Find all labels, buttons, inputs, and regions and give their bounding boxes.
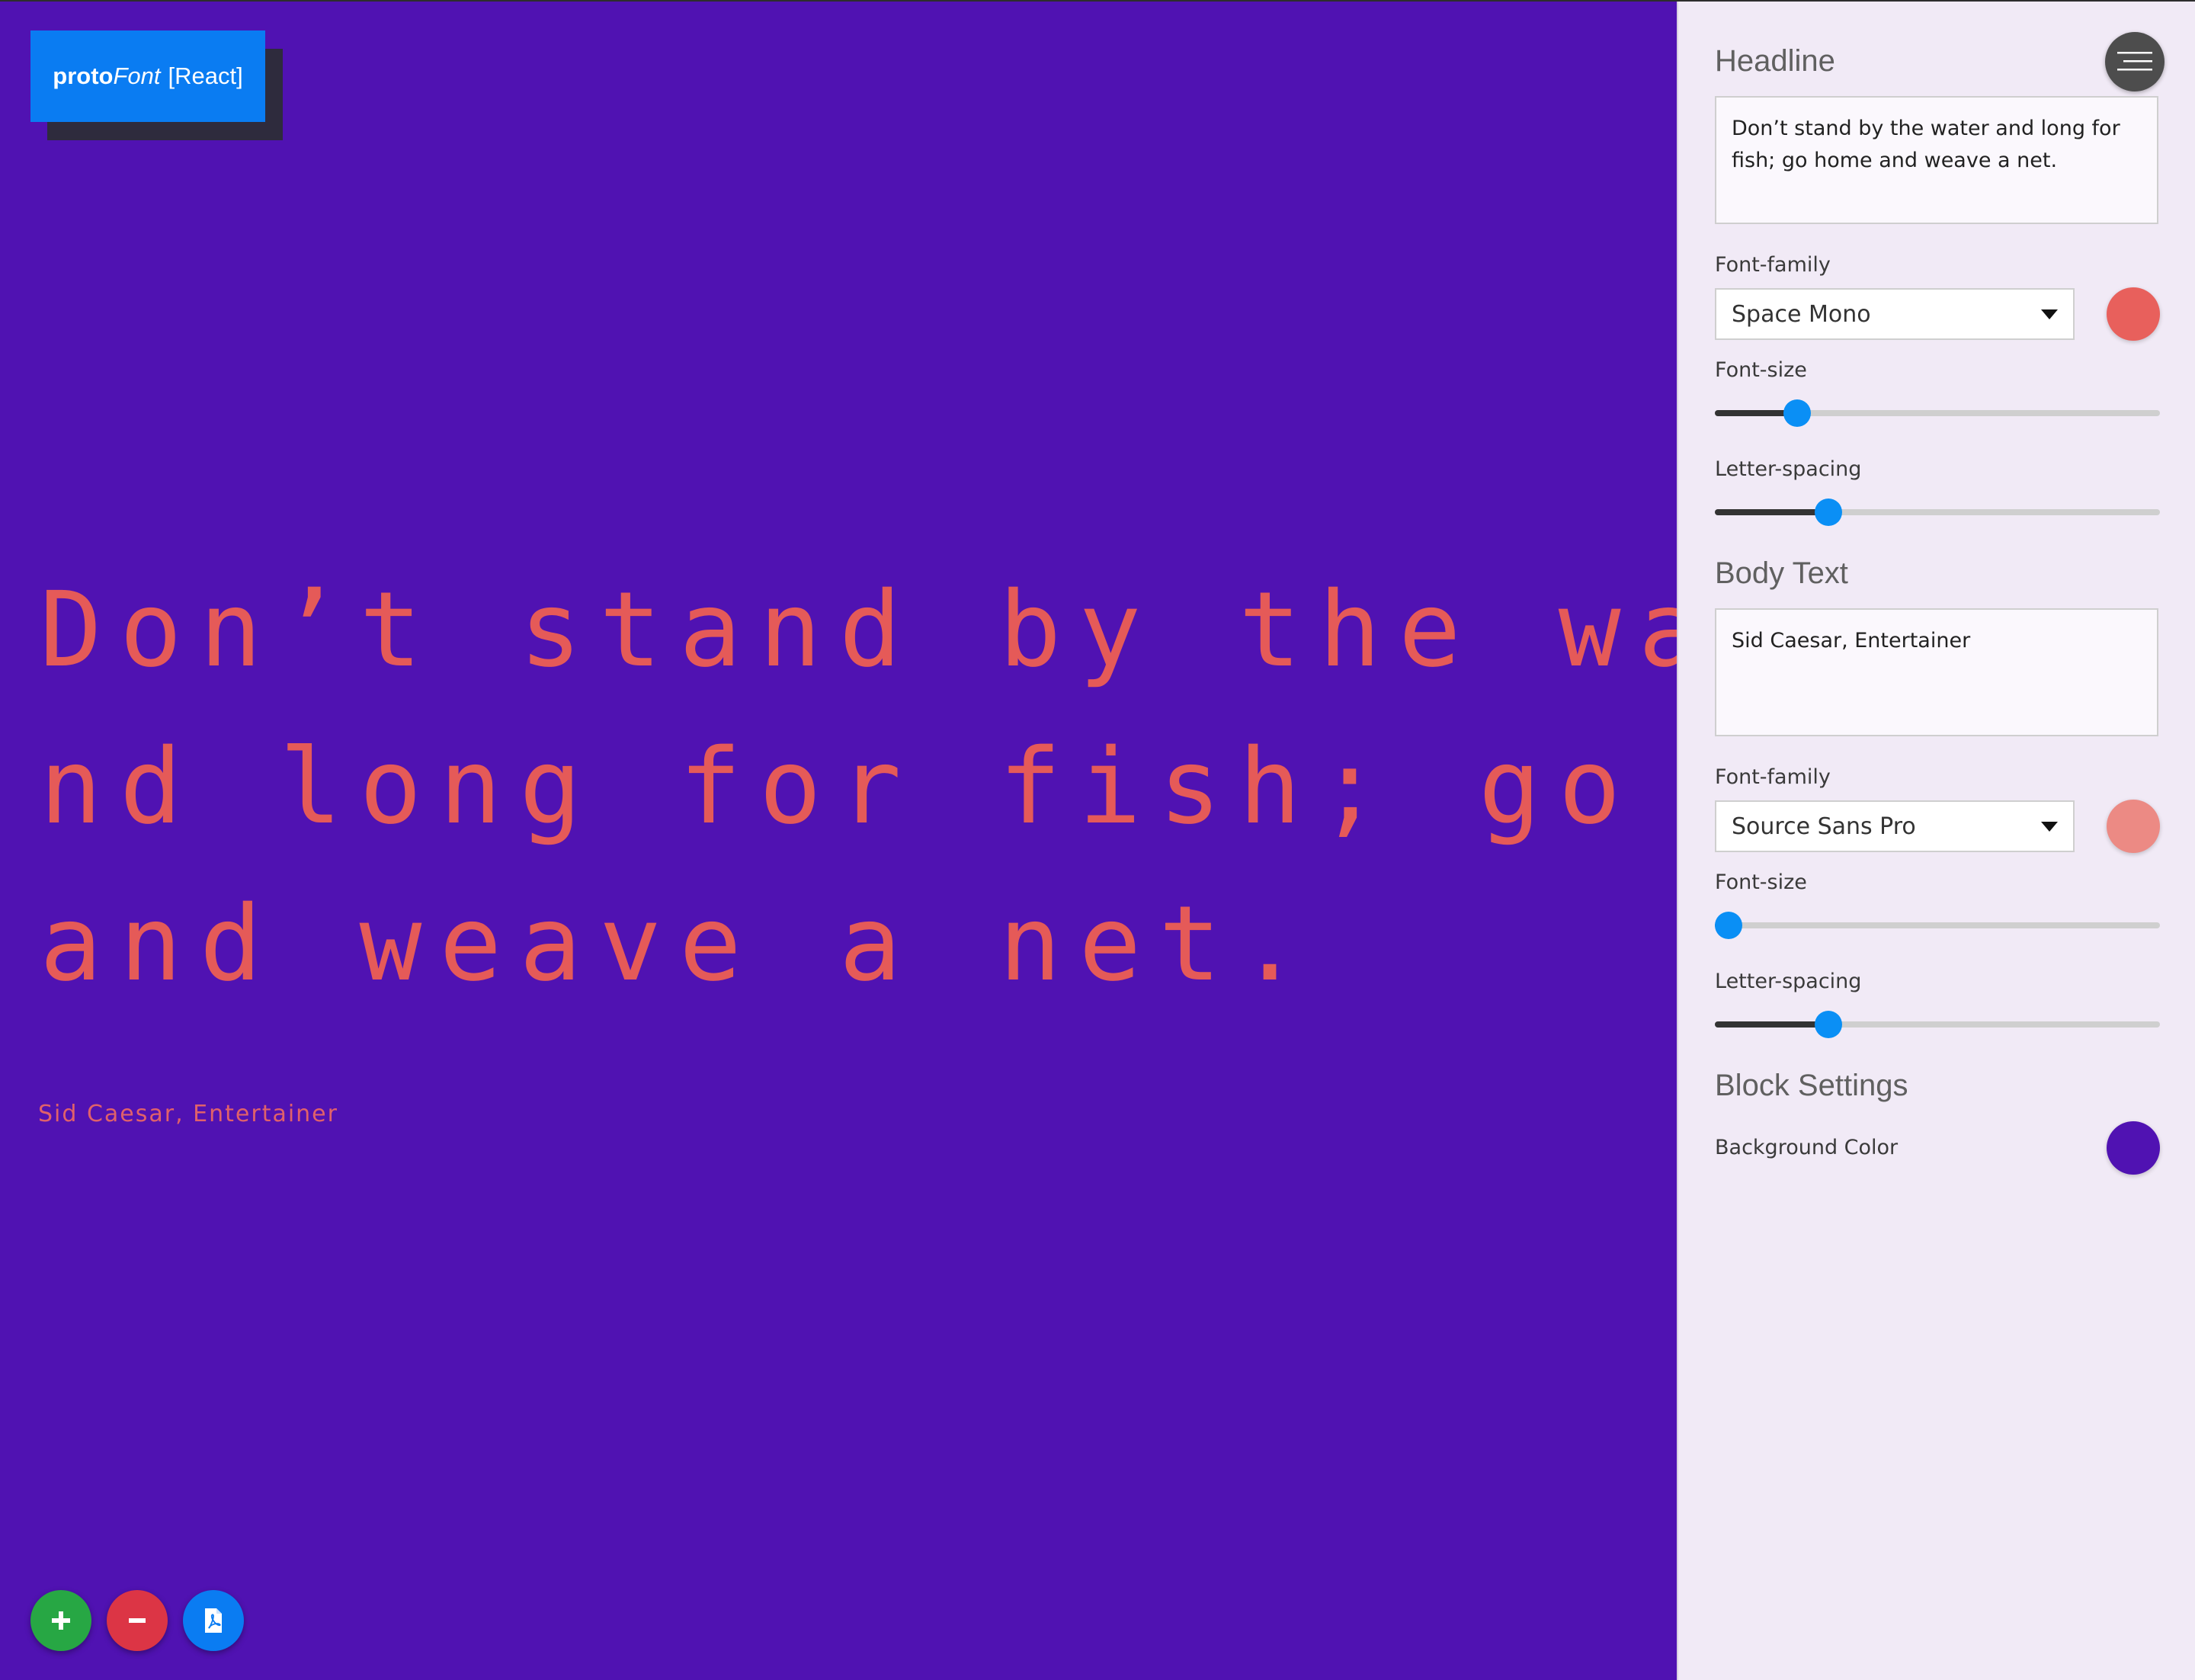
remove-block-button[interactable]	[107, 1590, 168, 1651]
body-color-swatch[interactable]	[2107, 800, 2160, 853]
body-font-family-select[interactable]: Source Sans Pro	[1715, 800, 2075, 852]
headline-color-swatch[interactable]	[2107, 287, 2160, 341]
headline-letter-spacing-slider[interactable]	[1715, 499, 2160, 526]
logo-italic-text: Font	[113, 63, 161, 89]
body-font-size-label: Font-size	[1715, 870, 1807, 894]
chevron-down-icon	[2041, 309, 2058, 319]
logo-suffix-text: [React]	[168, 63, 243, 89]
body-font-family-label: Font-family	[1715, 765, 1831, 789]
slider-fill	[1715, 509, 1828, 515]
pdf-file-icon	[205, 1608, 222, 1633]
headline-font-size-label: Font-size	[1715, 358, 1807, 382]
body-font-family-value: Source Sans Pro	[1732, 813, 1916, 840]
slider-thumb[interactable]	[1814, 499, 1842, 526]
minus-icon	[129, 1618, 146, 1623]
headline-section-title: Headline	[1715, 44, 1835, 78]
chevron-down-icon	[2041, 821, 2058, 832]
body-text-input[interactable]: Sid Caesar, Entertainer	[1715, 608, 2158, 736]
hamburger-icon	[2117, 52, 2152, 71]
slider-thumb[interactable]	[1814, 1011, 1842, 1038]
background-color-swatch[interactable]	[2107, 1121, 2160, 1175]
body-letter-spacing-slider[interactable]	[1715, 1011, 2160, 1038]
slider-track	[1715, 922, 2160, 928]
headline-letter-spacing-label: Letter-spacing	[1715, 457, 1862, 481]
preview-body-text: Sid Caesar, Entertainer	[38, 1101, 338, 1127]
slider-fill	[1715, 1021, 1828, 1028]
body-section-title: Body Text	[1715, 556, 1848, 590]
export-pdf-button[interactable]	[183, 1590, 244, 1651]
headline-font-family-value: Space Mono	[1732, 300, 1871, 328]
headline-font-family-select[interactable]: Space Mono	[1715, 288, 2075, 340]
body-letter-spacing-label: Letter-spacing	[1715, 970, 1862, 993]
preview-canvas: protoFont [React] Don’t stand by the wate…	[0, 2, 1677, 1680]
settings-panel: Headline Don’t stand by the water and lo…	[1677, 2, 2195, 1680]
logo-bold-text: proto	[53, 63, 114, 89]
app-logo: proto Font [React]	[30, 30, 265, 122]
headline-font-family-label: Font-family	[1715, 253, 1831, 277]
slider-thumb[interactable]	[1714, 912, 1742, 939]
headline-text-input[interactable]: Don’t stand by the water and long for fi…	[1715, 96, 2158, 224]
block-settings-title: Block Settings	[1715, 1069, 1908, 1102]
headline-font-size-slider[interactable]	[1715, 399, 2160, 427]
background-color-label: Background Color	[1715, 1136, 1899, 1159]
preview-headline: Don’t stand by the water and long for fi…	[40, 570, 1677, 1005]
body-font-size-slider[interactable]	[1714, 912, 2160, 939]
menu-button[interactable]	[2105, 32, 2165, 91]
plus-icon	[52, 1611, 70, 1630]
slider-thumb[interactable]	[1783, 399, 1812, 427]
add-block-button[interactable]	[30, 1590, 91, 1651]
